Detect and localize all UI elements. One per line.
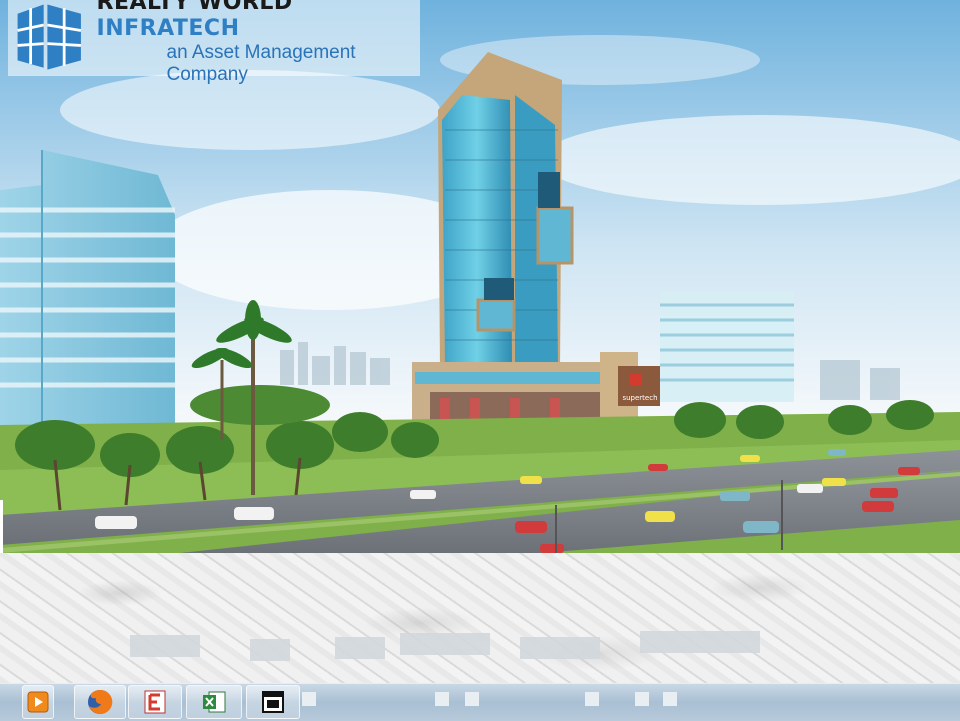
rendering-artifact <box>302 692 316 706</box>
excel-icon <box>203 691 226 713</box>
rendering-artifact <box>435 692 449 706</box>
rendering-artifact <box>585 692 599 706</box>
rendering-artifact <box>465 692 479 706</box>
taskbar-pdf-editor-button[interactable] <box>128 685 182 719</box>
company-logo: REALTY WORLD INFRATECH an Asset Manageme… <box>8 0 420 85</box>
brand-tagline: an Asset Management Company <box>166 42 356 85</box>
brand-word-2: INFRATECH <box>96 16 240 41</box>
taskbar <box>0 683 960 721</box>
taskbar-excel-button[interactable] <box>186 685 242 719</box>
pdf-editor-icon <box>144 690 166 714</box>
firefox-icon <box>88 689 113 714</box>
taskbar-firefox-button[interactable] <box>74 685 126 719</box>
taskbar-media-player-button[interactable] <box>22 685 54 719</box>
rendering-artifact <box>250 639 290 661</box>
logo-grid-icon <box>17 4 82 70</box>
brand-word-1: REALTY WORLD <box>96 0 293 15</box>
rendering-artifact <box>520 637 600 659</box>
building-sign: supertech <box>622 394 657 402</box>
rendering-artifact <box>663 692 677 706</box>
marble-background <box>0 553 960 683</box>
rendering-artifact <box>640 631 760 653</box>
rendering-artifact <box>130 635 200 657</box>
window-app-icon <box>262 691 284 713</box>
taskbar-window-button[interactable] <box>246 685 300 719</box>
rendering-artifact <box>335 637 385 659</box>
brand-name: REALTY WORLD INFRATECH <box>97 0 420 42</box>
media-player-icon <box>27 691 49 713</box>
rendering-artifact <box>400 633 490 655</box>
rendering-artifact <box>635 692 649 706</box>
